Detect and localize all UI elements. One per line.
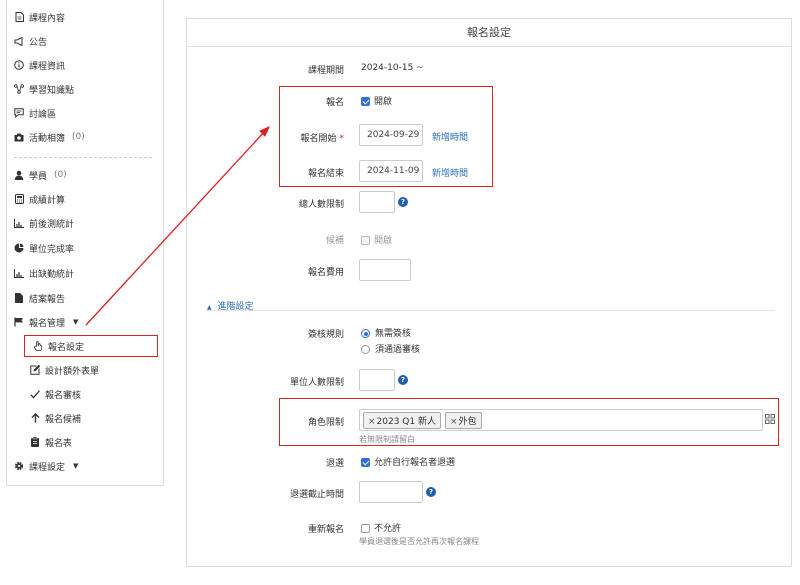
caret-down-icon: ▼ bbox=[73, 462, 79, 470]
pie-chart-icon bbox=[14, 243, 24, 253]
withdraw-allow-label: 允許自行報名者退選 bbox=[374, 458, 456, 468]
radio-unselected-icon bbox=[361, 345, 370, 354]
sidebar-divider bbox=[14, 157, 152, 158]
sidebar-item-registration-settings[interactable]: 報名設定 bbox=[24, 335, 158, 357]
file-icon bbox=[14, 12, 24, 22]
help-icon[interactable]: ? bbox=[426, 487, 436, 497]
calculator-icon bbox=[14, 194, 24, 204]
megaphone-icon bbox=[14, 36, 24, 46]
sidebar-item-registration-review[interactable]: 報名審核 bbox=[30, 385, 81, 403]
course-period-label: 課程期間 bbox=[307, 66, 344, 76]
check-icon bbox=[30, 389, 40, 399]
sidebar-item-label: 討論區 bbox=[29, 109, 57, 120]
re-register-option-label: 不允許 bbox=[374, 524, 402, 534]
share-nodes-icon bbox=[14, 84, 24, 94]
re-register-label: 重新報名 bbox=[307, 525, 344, 535]
re-register-hint: 學員退選後是否允許再次報名課程 bbox=[359, 537, 479, 546]
total-limit-input[interactable] bbox=[359, 191, 395, 213]
bar-chart-icon bbox=[14, 268, 24, 278]
edit-icon bbox=[30, 365, 40, 375]
arrow-up-icon bbox=[30, 413, 40, 423]
sidebar-item-label: 課程內容 bbox=[29, 13, 66, 24]
sidebar-item-course-info[interactable]: 課程資訊 bbox=[14, 56, 65, 74]
sidebar-item-grading[interactable]: 成績計算 bbox=[14, 190, 65, 208]
highlight-box-role-limit bbox=[279, 398, 779, 446]
sidebar-item-announcement[interactable]: 公告 bbox=[14, 32, 47, 50]
re-register-checkbox[interactable]: 不允許 bbox=[361, 521, 401, 534]
sidebar-item-label: 前後測統計 bbox=[29, 219, 75, 230]
sidebar-item-label: 學習知識點 bbox=[29, 85, 75, 96]
unit-limit-input[interactable] bbox=[359, 369, 395, 391]
withdraw-deadline-label: 退選截止時間 bbox=[289, 490, 344, 500]
chat-icon bbox=[14, 108, 24, 118]
sidebar-item-course-content[interactable]: 課程內容 bbox=[14, 8, 65, 26]
sidebar-item-discussion[interactable]: 討論區 bbox=[14, 104, 56, 122]
fee-input[interactable] bbox=[359, 259, 411, 281]
sidebar-item-students[interactable]: 學員 (0) bbox=[14, 166, 67, 184]
sidebar-item-registration-waitlist[interactable]: 報名候補 bbox=[30, 409, 81, 427]
hand-pointer-icon bbox=[33, 341, 43, 351]
sidebar-item-label: 公告 bbox=[29, 37, 48, 48]
review-option-label: 須通過審核 bbox=[375, 345, 421, 355]
sidebar-item-registration-management[interactable]: 報名管理 ▼ bbox=[14, 313, 78, 331]
sidebar-item-label: 報名設定 bbox=[48, 342, 85, 353]
bar-chart-icon bbox=[14, 218, 24, 228]
review-option-label: 無需簽核 bbox=[375, 329, 412, 339]
sidebar-item-label: 報名審核 bbox=[45, 390, 82, 401]
sidebar-item-label: 結案報告 bbox=[29, 294, 66, 305]
sidebar-item-label: 報名候補 bbox=[45, 414, 82, 425]
sidebar-item-final-report[interactable]: 結案報告 bbox=[14, 289, 65, 307]
checkbox-checked-icon bbox=[361, 458, 370, 467]
review-rule-label: 簽核規則 bbox=[307, 330, 344, 340]
sidebar-item-pre-post-stats[interactable]: 前後測統計 bbox=[14, 214, 74, 232]
highlight-box-registration-dates bbox=[279, 86, 493, 187]
checkbox-unchecked-icon bbox=[361, 236, 370, 245]
sidebar-item-label: 出缺勤統計 bbox=[29, 269, 75, 280]
info-icon bbox=[14, 60, 24, 70]
sidebar-item-attendance-stats[interactable]: 出缺勤統計 bbox=[14, 264, 74, 282]
sidebar-item-label: 課程資訊 bbox=[29, 61, 66, 72]
clipboard-icon bbox=[30, 437, 40, 447]
document-icon bbox=[14, 293, 24, 303]
help-icon[interactable]: ? bbox=[398, 375, 408, 385]
course-period-value: 2024-10-15 ~ bbox=[361, 63, 424, 73]
gear-icon bbox=[14, 461, 24, 471]
flag-icon bbox=[14, 317, 24, 327]
waitlist-checkbox[interactable]: 開啟 bbox=[361, 233, 392, 246]
user-icon bbox=[14, 170, 24, 180]
sidebar-item-album[interactable]: 活動相簿 (0) bbox=[14, 128, 85, 146]
album-count: (0) bbox=[72, 132, 85, 142]
sidebar-item-knowledge-points[interactable]: 學習知識點 bbox=[14, 80, 74, 98]
sidebar-item-label: 設計額外表單 bbox=[45, 366, 100, 377]
waitlist-open-label: 開啟 bbox=[374, 236, 393, 246]
sidebar-item-label: 成績計算 bbox=[29, 195, 66, 206]
sidebar-item-label: 單位完成率 bbox=[29, 244, 75, 255]
camera-icon bbox=[14, 132, 24, 142]
sidebar-item-registration-form[interactable]: 報名表 bbox=[30, 433, 72, 451]
sidebar-item-course-settings[interactable]: 課程設定 ▼ bbox=[14, 457, 78, 475]
sidebar-item-label: 活動相簿 bbox=[29, 133, 66, 144]
withdraw-label: 退選 bbox=[325, 459, 344, 469]
sidebar-item-unit-completion[interactable]: 單位完成率 bbox=[14, 239, 74, 257]
total-limit-label: 總人數限制 bbox=[298, 200, 344, 210]
sidebar-item-label: 報名表 bbox=[45, 438, 73, 449]
fee-label: 報名費用 bbox=[307, 268, 344, 278]
withdraw-deadline-input[interactable] bbox=[359, 481, 423, 503]
panel-title: 報名設定 bbox=[187, 19, 791, 47]
section-divider bbox=[205, 310, 775, 311]
withdraw-allow-checkbox[interactable]: 允許自行報名者退選 bbox=[361, 455, 455, 468]
review-rule-option-none[interactable]: 無需簽核 bbox=[361, 326, 411, 339]
unit-limit-label: 單位人數限制 bbox=[289, 378, 344, 388]
sidebar-item-label: 學員 bbox=[29, 171, 48, 182]
checkbox-unchecked-icon bbox=[361, 524, 370, 533]
sidebar-item-extra-form[interactable]: 設計額外表單 bbox=[30, 361, 99, 379]
students-count: (0) bbox=[54, 170, 67, 180]
help-icon[interactable]: ? bbox=[398, 197, 408, 207]
review-rule-option-approval[interactable]: 須通過審核 bbox=[361, 342, 420, 355]
sidebar-item-label: 課程設定 bbox=[29, 462, 66, 473]
radio-selected-icon bbox=[361, 329, 370, 338]
caret-down-icon: ▼ bbox=[73, 318, 79, 326]
sidebar-item-label: 報名管理 bbox=[29, 318, 66, 329]
waitlist-label: 候補 bbox=[325, 236, 344, 246]
